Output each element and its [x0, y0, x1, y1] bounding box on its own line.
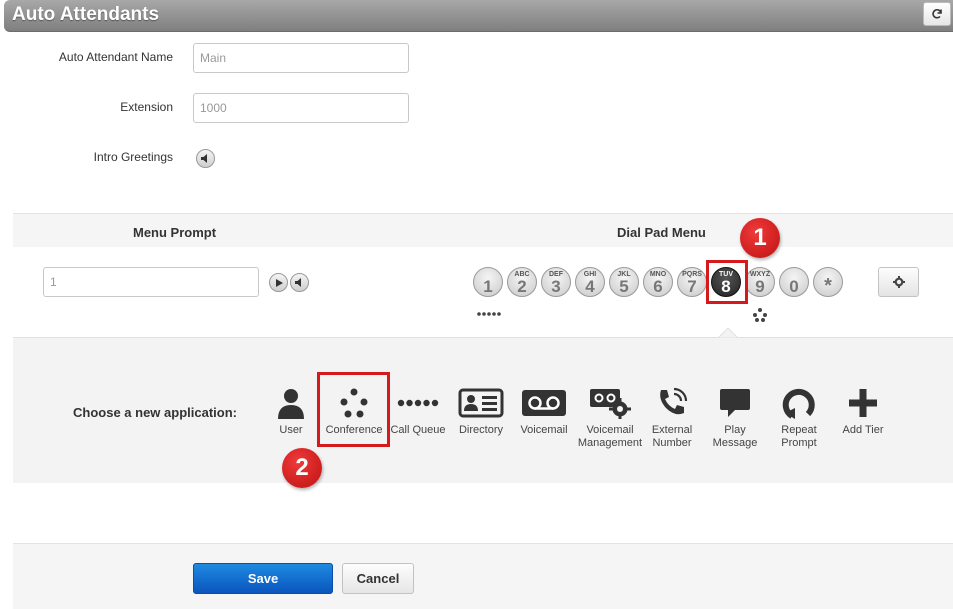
dial-key-6[interactable]: MNO 6 — [643, 267, 673, 297]
app-label: User — [279, 424, 303, 436]
dial-pad-heading: Dial Pad Menu — [617, 225, 706, 240]
add-tier-icon — [849, 389, 877, 417]
refresh-icon — [932, 9, 942, 19]
dial-key-star[interactable]: * — [813, 267, 843, 297]
key-digit: 5 — [619, 277, 629, 296]
key-digit: 3 — [551, 277, 561, 296]
dial-key-3[interactable]: DEF 3 — [541, 267, 571, 297]
app-label: Directory — [458, 424, 503, 436]
app-directory[interactable]: Directory — [446, 385, 516, 437]
intro-greetings-speaker-button[interactable] — [196, 149, 215, 168]
annotation-badge-1: 1 — [740, 218, 780, 258]
call-queue-icon — [397, 399, 439, 407]
name-label: Auto Attendant Name — [58, 50, 173, 64]
annotation-badge-2: 2 — [282, 448, 322, 488]
play-message-icon — [720, 389, 750, 417]
highlight-key-8 — [706, 260, 748, 304]
menu-prompt-heading: Menu Prompt — [133, 225, 217, 240]
dial-pad-settings-button[interactable] — [878, 267, 919, 297]
speaker-icon — [295, 278, 301, 287]
dial-key-5[interactable]: JKL 5 — [609, 267, 639, 297]
app-label-line2: Number — [652, 437, 692, 449]
app-voicemail[interactable]: Voicemail — [509, 385, 579, 437]
highlight-conference — [317, 372, 390, 447]
key-digit: 4 — [585, 277, 595, 296]
app-label-line2: Prompt — [781, 437, 817, 449]
dial-key-9[interactable]: WXYZ 9 — [745, 267, 775, 297]
prompt-speaker-button[interactable] — [290, 273, 309, 292]
user-icon — [278, 389, 304, 419]
page-title: Auto Attendants — [12, 4, 160, 25]
panel-caret-icon — [718, 328, 738, 338]
app-repeat-prompt[interactable]: Repeat Prompt — [764, 385, 834, 450]
app-label: External — [651, 424, 693, 436]
external-number-icon — [660, 387, 688, 415]
app-label: Voicemail — [520, 424, 568, 436]
app-play-message[interactable]: Play Message — [700, 385, 770, 450]
voicemail-management-icon — [590, 389, 631, 419]
dial-key-1[interactable]: 1 — [473, 267, 503, 297]
dial-key-2[interactable]: ABC 2 — [507, 267, 537, 297]
directory-icon — [458, 388, 504, 418]
play-prompt-button[interactable] — [269, 273, 288, 292]
key-digit: 7 — [687, 277, 697, 296]
dial-key-0[interactable]: 0 — [779, 267, 809, 297]
app-label: Repeat — [781, 424, 817, 436]
key-digit: 9 — [755, 277, 765, 296]
conference-marker-icon — [753, 308, 767, 322]
extension-input[interactable]: 1000 — [193, 93, 409, 123]
app-call-queue[interactable]: Call Queue — [383, 385, 453, 437]
speaker-icon — [201, 154, 207, 163]
form-footer — [13, 543, 953, 609]
play-icon — [275, 278, 283, 287]
voicemail-icon — [522, 390, 566, 416]
app-label: Add Tier — [842, 424, 884, 436]
repeat-prompt-icon — [782, 388, 815, 419]
key-digit: 2 — [517, 277, 527, 296]
key-digit: 0 — [789, 277, 799, 296]
key-digit: 1 — [483, 277, 493, 296]
intro-greetings-label: Intro Greetings — [93, 150, 173, 164]
call-queue-marker-icon — [477, 312, 501, 316]
app-label-line2: Management — [577, 437, 643, 449]
extension-label: Extension — [120, 100, 173, 114]
key-digit: * — [824, 275, 832, 297]
gear-icon — [892, 276, 905, 288]
dial-key-7[interactable]: PQRS 7 — [677, 267, 707, 297]
choose-application-label: Choose a new application: — [73, 405, 237, 420]
section-header: Menu Prompt Dial Pad Menu — [13, 213, 953, 247]
app-user[interactable]: User — [256, 385, 326, 437]
title-bar: Auto Attendants — [4, 0, 953, 32]
menu-prompt-input[interactable]: 1 — [43, 267, 259, 297]
app-label: Call Queue — [390, 424, 446, 436]
auto-attendant-name-input[interactable]: Main — [193, 43, 409, 73]
app-voicemail-management[interactable]: Voicemail Management — [575, 385, 645, 450]
dial-key-4[interactable]: GHI 4 — [575, 267, 605, 297]
key-digit: 6 — [653, 277, 663, 296]
app-label: Voicemail — [586, 424, 634, 436]
app-add-tier[interactable]: Add Tier — [828, 385, 898, 437]
cancel-button[interactable]: Cancel — [342, 563, 414, 594]
app-external-number[interactable]: External Number — [637, 385, 707, 450]
save-button[interactable]: Save — [193, 563, 333, 594]
app-label-line2: Message — [712, 437, 758, 449]
refresh-button[interactable] — [923, 2, 951, 26]
app-label: Play — [724, 424, 746, 436]
